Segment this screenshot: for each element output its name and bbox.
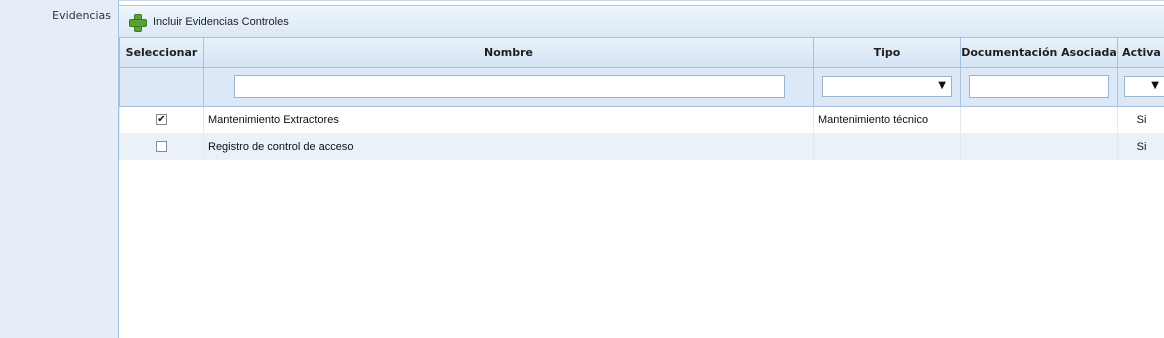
add-evidencias-button[interactable]: Incluir Evidencias Controles: [119, 5, 1164, 38]
documentacion-cell: [960, 133, 1118, 160]
tipo-filter-select[interactable]: ▼: [822, 76, 952, 97]
column-header-seleccionar[interactable]: Seleccionar: [119, 38, 204, 68]
evidencias-table: Seleccionar Nombre Tipo Documentación As…: [119, 38, 1164, 160]
tipo-cell: Mantenimiento técnico: [813, 106, 961, 133]
dropdown-arrow-icon: ▼: [938, 80, 946, 91]
column-header-documentacion[interactable]: Documentación Asociada: [960, 38, 1118, 68]
filter-cell-seleccionar: [119, 66, 204, 107]
evidencias-grid: Incluir Evidencias Controles Seleccionar…: [118, 0, 1164, 338]
tipo-cell: [813, 133, 961, 160]
activa-cell: Si: [1117, 133, 1164, 160]
activa-filter-select[interactable]: ▼: [1124, 76, 1164, 97]
nombre-filter-input[interactable]: [234, 75, 785, 98]
row-select-checkbox[interactable]: ✔: [156, 114, 167, 126]
activa-cell: Si: [1117, 106, 1164, 133]
column-header-nombre[interactable]: Nombre: [203, 38, 814, 68]
column-header-tipo[interactable]: Tipo: [813, 38, 961, 68]
filter-cell-activa: ▼: [1117, 66, 1164, 107]
evidencias-label: Evidencias: [52, 9, 111, 22]
documentacion-filter-input[interactable]: [969, 75, 1109, 98]
form-label-column: Evidencias: [0, 0, 118, 338]
filter-cell-documentacion: [960, 66, 1118, 107]
row-select-checkbox[interactable]: [156, 141, 167, 153]
column-header-activa[interactable]: Activa: [1117, 38, 1164, 68]
filter-cell-nombre: [203, 66, 814, 107]
add-evidencias-label: Incluir Evidencias Controles: [153, 15, 289, 28]
plus-icon: [129, 13, 147, 32]
nombre-cell: Registro de control de acceso: [203, 133, 814, 160]
table-header-row: Seleccionar Nombre Tipo Documentación As…: [119, 38, 1164, 68]
select-cell: ✔: [119, 106, 204, 133]
filter-row: ▼ ▼: [119, 66, 1164, 107]
filter-cell-tipo: ▼: [813, 66, 961, 107]
select-cell: [119, 133, 204, 160]
table-row[interactable]: Registro de control de acceso Si: [119, 133, 1164, 160]
nombre-cell: Mantenimiento Extractores: [203, 106, 814, 133]
table-row[interactable]: ✔ Mantenimiento Extractores Mantenimient…: [119, 106, 1164, 133]
documentacion-cell: [960, 106, 1118, 133]
dropdown-arrow-icon: ▼: [1151, 80, 1159, 91]
